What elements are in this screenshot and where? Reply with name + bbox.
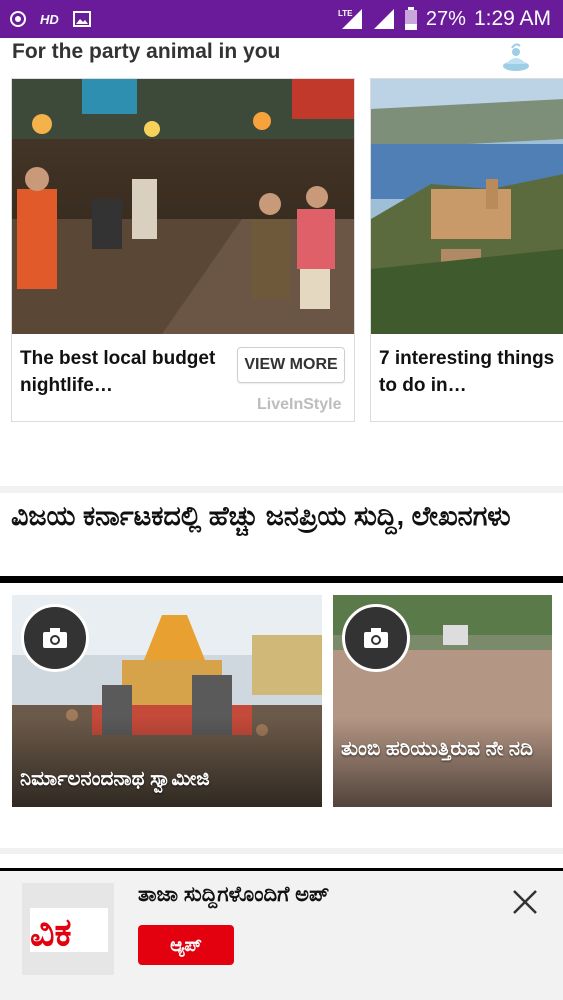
section-title-popular: ವಿಜಯ ಕರ್ನಾಟಕದಲ್ಲಿ ಹೆಚ್ಚು ಜನಪ್ರಿಯ ಸುದ್ದಿ,…	[11, 501, 511, 531]
section-title-party: For the party animal in you	[12, 40, 281, 63]
photo-caption[interactable]: ತುಂಬಿ ಹರಿಯುತ್ತಿರುವ ನೇ ನದಿ	[341, 735, 546, 763]
banner-text: ತಾಜಾ ಸುದ್ದಿಗಳೊಂದಿಗೆ ಅಪ್	[138, 883, 330, 906]
camera-icon[interactable]	[21, 604, 89, 672]
photo-shade	[12, 717, 322, 807]
story-card[interactable]: The best local budget nightlife… VIEW MO…	[11, 78, 355, 422]
app-install-banner: ವಿಕ ತಾಜಾ ಸುದ್ದಿಗಳೊಂದಿಗೆ ಅಪ್ ಆ್ಯಪ್	[0, 871, 563, 1000]
hd-label: HD	[40, 11, 59, 27]
battery-icon	[404, 7, 418, 31]
section-divider	[0, 486, 563, 493]
logo-text: ವಿಕ	[30, 910, 72, 954]
svg-text:LTE: LTE	[338, 9, 353, 18]
record-icon	[10, 11, 26, 27]
app-logo[interactable]: ವಿಕ	[22, 883, 114, 975]
cell-signal-icon	[372, 7, 396, 31]
sponsor-label: LiveInStyle	[257, 396, 342, 413]
close-icon[interactable]	[510, 887, 540, 917]
card-image-nightlife[interactable]	[12, 79, 354, 334]
lte-signal-icon: LTE	[338, 7, 364, 31]
card-title[interactable]: The best local budget nightlife…	[20, 345, 230, 399]
get-app-button[interactable]: ಆ್ಯಪ್	[138, 925, 234, 965]
card-image-coast[interactable]	[371, 79, 563, 334]
photo-story[interactable]: ನಿರ್ಮಾಲನಂದನಾಥ ಸ್ವಾಮೀಜಿ	[12, 595, 322, 807]
status-bar: HD LTE 27% 1:29 AM	[0, 0, 563, 38]
card-title[interactable]: 7 interesting things to do in…	[379, 345, 559, 399]
view-more-button[interactable]: VIEW MORE	[237, 347, 345, 383]
photo-story[interactable]: ತುಂಬಿ ಹರಿಯುತ್ತಿರುವ ನೇ ನದಿ	[333, 595, 552, 807]
clock: 1:29 AM	[473, 7, 551, 30]
battery-percent: 27%	[425, 7, 466, 30]
section-divider	[0, 848, 563, 854]
section-rule	[0, 576, 563, 583]
genie-lamp-icon[interactable]	[500, 42, 532, 74]
gallery-icon	[72, 11, 91, 27]
camera-icon[interactable]	[342, 604, 410, 672]
photo-caption[interactable]: ನಿರ್ಮಾಲನಂದನಾಥ ಸ್ವಾಮೀಜಿ	[20, 765, 210, 793]
story-card[interactable]: 7 interesting things to do in…	[370, 78, 563, 422]
